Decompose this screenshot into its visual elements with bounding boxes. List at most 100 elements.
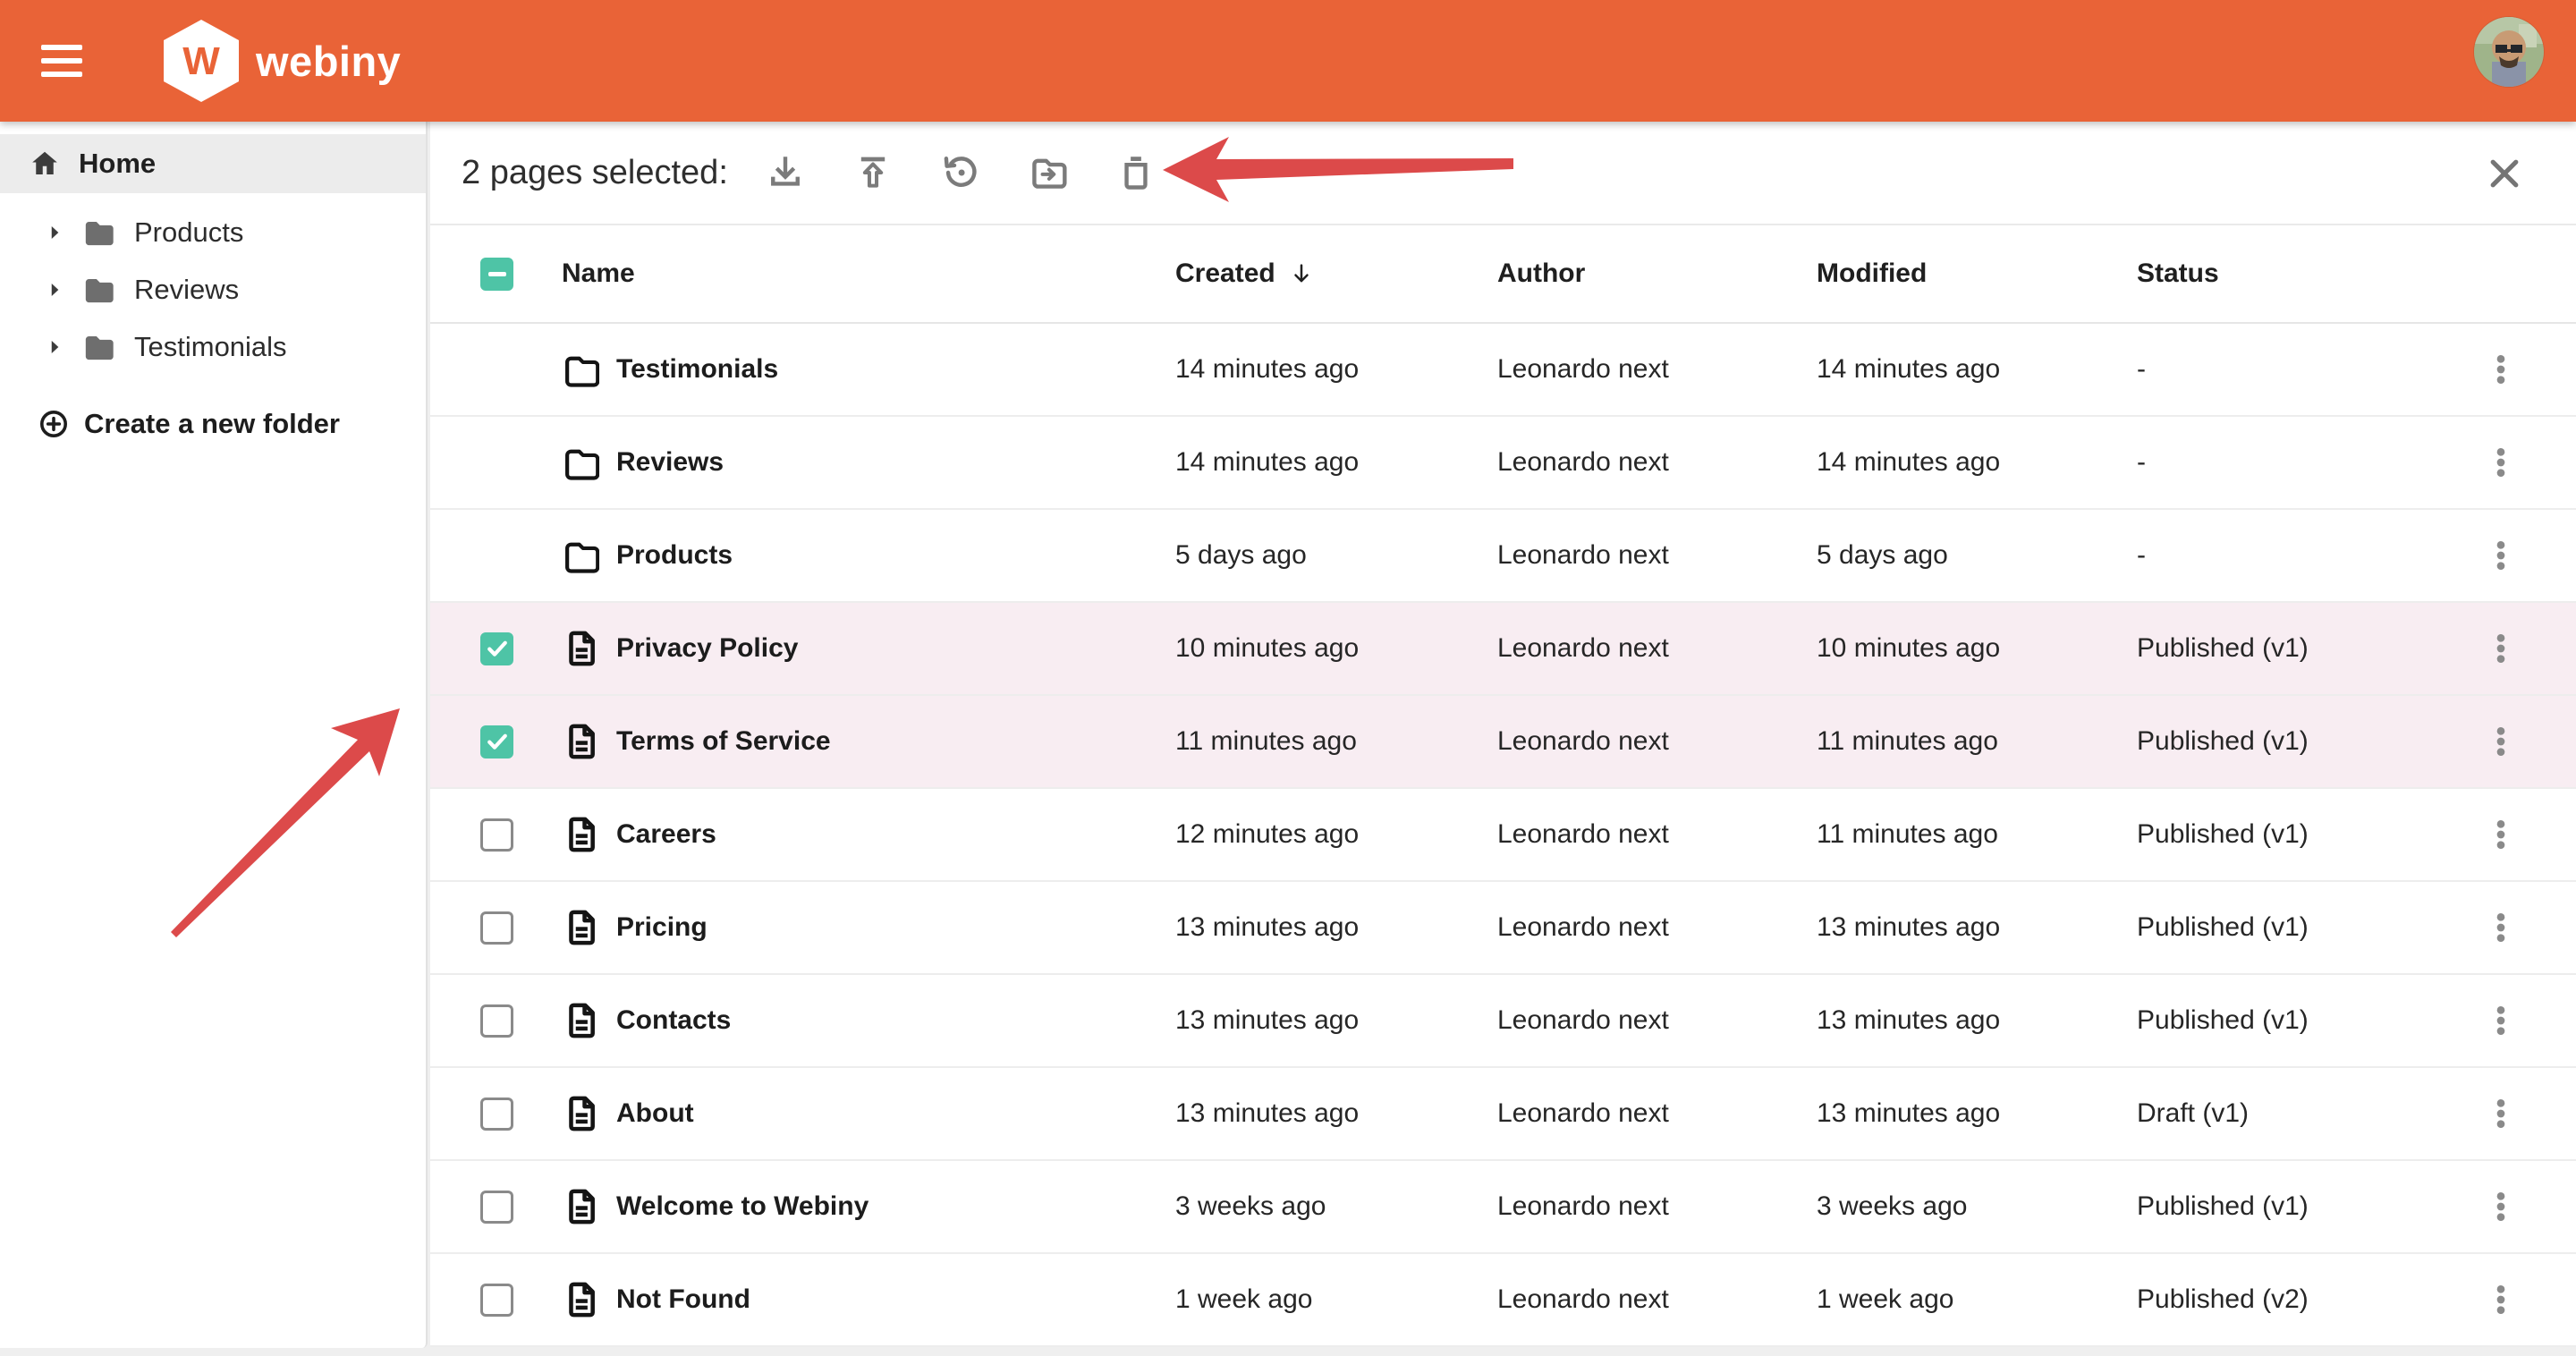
table-row[interactable]: Careers 12 minutes ago Leonardo next 11 …: [430, 789, 2576, 882]
page-list-panel: 2 pages selected: Name Created Author Mo…: [430, 122, 2576, 1343]
row-modified: 13 minutes ago: [1817, 1005, 2137, 1036]
kebab-menu-icon[interactable]: [2483, 443, 2519, 482]
folder-icon: [80, 272, 116, 308]
row-checkbox[interactable]: [480, 1098, 513, 1131]
close-icon[interactable]: [2485, 154, 2524, 193]
table-row[interactable]: Products 5 days ago Leonardo next 5 days…: [430, 510, 2576, 603]
row-modified: 14 minutes ago: [1817, 354, 2137, 385]
avatar-image: [2474, 17, 2544, 87]
kebab-menu-icon[interactable]: [2483, 815, 2519, 854]
kebab-menu-icon[interactable]: [2483, 908, 2519, 947]
kebab-menu-icon[interactable]: [2483, 1187, 2519, 1226]
row-author: Leonardo next: [1497, 726, 1817, 757]
home-icon: [29, 148, 61, 180]
user-avatar[interactable]: [2474, 17, 2544, 87]
row-name[interactable]: Products: [616, 540, 1175, 571]
sidebar-home-label: Home: [79, 148, 156, 180]
sort-descending-icon: [1288, 260, 1315, 287]
publish-icon[interactable]: [853, 153, 893, 192]
row-modified: 10 minutes ago: [1817, 633, 2137, 664]
table-row[interactable]: Welcome to Webiny 3 weeks ago Leonardo n…: [430, 1161, 2576, 1254]
row-author: Leonardo next: [1497, 912, 1817, 943]
row-name[interactable]: Terms of Service: [616, 726, 1175, 757]
table-row[interactable]: Reviews 14 minutes ago Leonardo next 14 …: [430, 417, 2576, 510]
row-author: Leonardo next: [1497, 819, 1817, 850]
column-header-modified[interactable]: Modified: [1817, 258, 2137, 289]
selection-toolbar: 2 pages selected:: [430, 122, 2576, 225]
delete-icon[interactable]: [1116, 153, 1156, 192]
table-row[interactable]: Terms of Service 11 minutes ago Leonardo…: [430, 696, 2576, 789]
row-name[interactable]: About: [616, 1098, 1175, 1129]
row-status: Draft (v1): [2137, 1098, 2405, 1129]
row-name[interactable]: Contacts: [616, 1005, 1175, 1036]
row-author: Leonardo next: [1497, 447, 1817, 478]
row-name[interactable]: Testimonials: [616, 354, 1175, 385]
create-folder-button[interactable]: Create a new folder: [0, 408, 426, 440]
folder-label: Testimonials: [134, 331, 287, 363]
table-row[interactable]: Pricing 13 minutes ago Leonardo next 13 …: [430, 882, 2576, 975]
row-checkbox[interactable]: [480, 1284, 513, 1317]
row-created: 14 minutes ago: [1175, 447, 1497, 478]
row-created: 13 minutes ago: [1175, 912, 1497, 943]
app-header: W webiny: [0, 0, 2576, 122]
table-row[interactable]: Privacy Policy 10 minutes ago Leonardo n…: [430, 603, 2576, 696]
page-document-icon: [562, 1095, 599, 1132]
restore-icon[interactable]: [941, 153, 980, 192]
row-checkbox[interactable]: [480, 1004, 513, 1038]
row-created: 10 minutes ago: [1175, 633, 1497, 664]
kebab-menu-icon[interactable]: [2483, 629, 2519, 668]
select-all-checkbox[interactable]: [480, 258, 513, 291]
row-checkbox-checked[interactable]: [480, 725, 513, 759]
row-name[interactable]: Not Found: [616, 1284, 1175, 1315]
selection-count-text: 2 pages selected:: [462, 154, 728, 192]
row-checkbox[interactable]: [480, 1191, 513, 1224]
chevron-right-icon[interactable]: [43, 278, 66, 301]
row-status: -: [2137, 354, 2405, 385]
kebab-menu-icon[interactable]: [2483, 1094, 2519, 1133]
kebab-menu-icon[interactable]: [2483, 350, 2519, 389]
row-author: Leonardo next: [1497, 1098, 1817, 1129]
column-header-status[interactable]: Status: [2137, 258, 2405, 289]
plus-circle-icon: [38, 408, 70, 440]
table-row[interactable]: Contacts 13 minutes ago Leonardo next 13…: [430, 975, 2576, 1068]
row-name[interactable]: Reviews: [616, 447, 1175, 478]
table-row[interactable]: Not Found 1 week ago Leonardo next 1 wee…: [430, 1254, 2576, 1347]
svg-text:W: W: [182, 39, 220, 83]
kebab-menu-icon[interactable]: [2483, 722, 2519, 761]
page-document-icon: [562, 816, 599, 853]
kebab-menu-icon[interactable]: [2483, 1001, 2519, 1040]
row-checkbox[interactable]: [480, 818, 513, 852]
sidebar-item-testimonials[interactable]: Testimonials: [0, 318, 426, 376]
kebab-menu-icon[interactable]: [2483, 1280, 2519, 1319]
webiny-logo[interactable]: W webiny: [163, 19, 401, 103]
row-name[interactable]: Careers: [616, 819, 1175, 850]
row-name[interactable]: Welcome to Webiny: [616, 1191, 1175, 1222]
row-author: Leonardo next: [1497, 633, 1817, 664]
row-name[interactable]: Privacy Policy: [616, 633, 1175, 664]
row-checkbox-checked[interactable]: [480, 632, 513, 665]
sidebar-item-reviews[interactable]: Reviews: [0, 261, 426, 318]
kebab-menu-icon[interactable]: [2483, 536, 2519, 575]
download-icon[interactable]: [766, 153, 805, 192]
row-checkbox[interactable]: [480, 911, 513, 945]
sidebar-item-home[interactable]: Home: [0, 134, 426, 193]
row-author: Leonardo next: [1497, 354, 1817, 385]
row-created: 13 minutes ago: [1175, 1005, 1497, 1036]
column-header-name[interactable]: Name: [562, 258, 1175, 289]
table-row[interactable]: About 13 minutes ago Leonardo next 13 mi…: [430, 1068, 2576, 1161]
row-status: Published (v1): [2137, 633, 2405, 664]
column-header-created[interactable]: Created: [1175, 258, 1497, 289]
row-created: 1 week ago: [1175, 1284, 1497, 1315]
row-modified: 3 weeks ago: [1817, 1191, 2137, 1222]
chevron-right-icon[interactable]: [43, 221, 66, 244]
chevron-right-icon[interactable]: [43, 335, 66, 359]
row-status: Published (v2): [2137, 1284, 2405, 1315]
move-to-folder-icon[interactable]: [1029, 153, 1068, 192]
table-row[interactable]: Testimonials 14 minutes ago Leonardo nex…: [430, 324, 2576, 417]
row-modified: 13 minutes ago: [1817, 1098, 2137, 1129]
row-name[interactable]: Pricing: [616, 912, 1175, 943]
sidebar-item-products[interactable]: Products: [0, 204, 426, 261]
column-header-author[interactable]: Author: [1497, 258, 1817, 289]
menu-icon[interactable]: [41, 32, 98, 89]
row-modified: 13 minutes ago: [1817, 912, 2137, 943]
